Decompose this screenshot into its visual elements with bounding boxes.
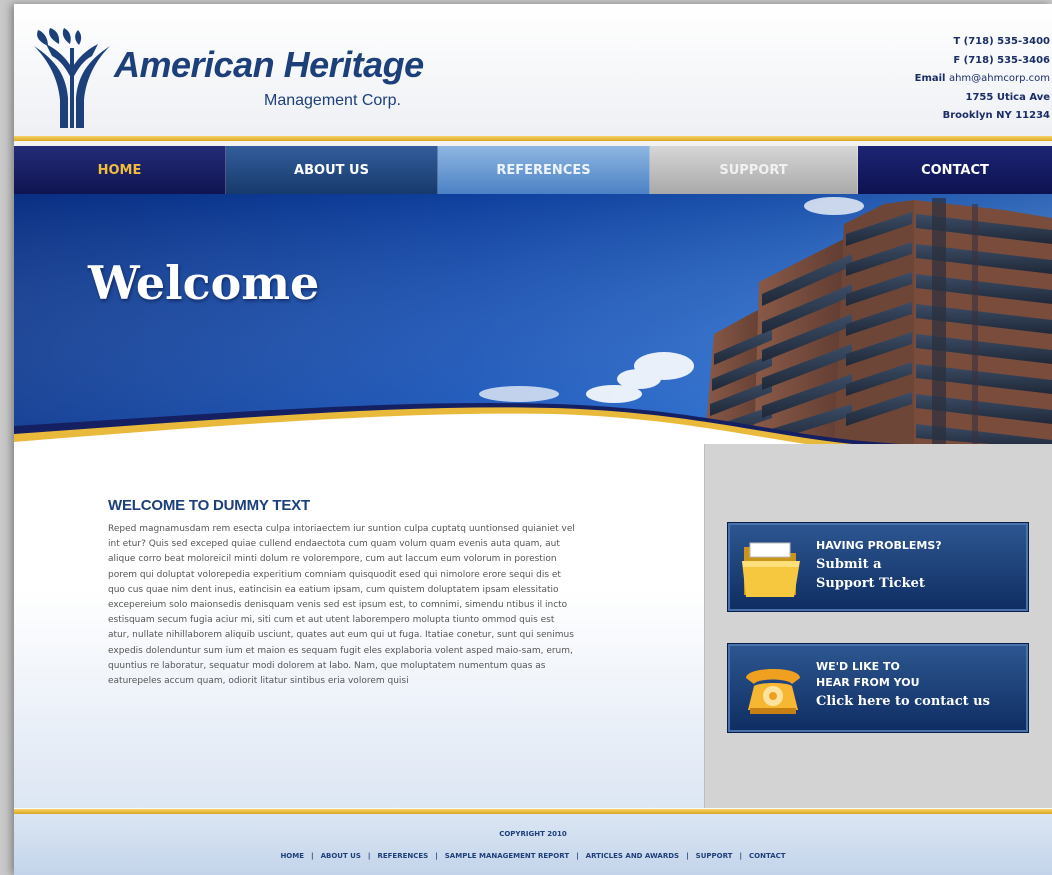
footer-separator: | — [311, 852, 314, 860]
telephone-icon — [746, 669, 800, 714]
logo-icon[interactable] — [32, 28, 116, 130]
footer-link-support[interactable]: SUPPORT — [696, 852, 733, 860]
content-paragraph: Reped magnamusdam rem esecta culpa intor… — [108, 524, 575, 687]
site-footer — [14, 814, 1052, 875]
email-line: Email ahm@ahmcorp.com — [915, 70, 1050, 89]
footer-separator: | — [739, 852, 743, 860]
email-link[interactable]: ahm@ahmcorp.com — [949, 73, 1050, 84]
support-ticket-button[interactable]: HAVING PROBLEMS? Submit a Support Ticket — [727, 522, 1029, 612]
contact-us-button[interactable]: WE'D LIKE TO HEAR FROM YOU Click here to… — [727, 643, 1029, 733]
banner-title: Welcome — [88, 256, 320, 310]
footer-separator: | — [367, 852, 371, 860]
support-promo-line2: Submit a — [816, 557, 882, 572]
city-address: Brooklyn NY 11234 — [942, 110, 1050, 121]
footer-link-home[interactable]: HOME — [280, 852, 304, 860]
brand-name[interactable]: American Heritage — [114, 44, 424, 86]
site-header: American Heritage Management Corp. T (71… — [14, 4, 1052, 136]
footer-link-contact[interactable]: CONTACT — [749, 852, 786, 860]
phone-number: T (718) 535-3400 — [953, 36, 1050, 47]
sidebar-area — [704, 444, 1052, 808]
nav-about[interactable]: ABOUT US — [226, 146, 438, 194]
footer-separator: | — [576, 852, 579, 860]
footer-separator: | — [686, 852, 689, 860]
footer-separator: | — [435, 852, 438, 860]
contact-promo-line1: WE'D LIKE TO — [816, 660, 900, 673]
nav-contact[interactable]: CONTACT — [858, 146, 1052, 194]
content-heading: WELCOME TO DUMMY TEXT — [108, 497, 310, 514]
folder-icon — [742, 542, 800, 597]
copyright-text: COPYRIGHT 2010 — [499, 830, 567, 838]
footer-nav: HOME | ABOUT US | REFERENCES | SAMPLE MANAGEME… — [14, 852, 1052, 860]
nav-support[interactable]: SUPPORT — [650, 146, 858, 194]
support-promo-line3: Support Ticket — [816, 576, 925, 591]
footer-link-references[interactable]: REFERENCES — [377, 852, 428, 860]
email-label: Email — [914, 73, 946, 84]
brand-subtitle: Management Corp. — [264, 92, 401, 109]
nav-home[interactable]: HOME — [14, 146, 226, 194]
footer-link-report[interactable]: SAMPLE MANAGEMENT REPORT — [445, 852, 569, 860]
main-nav: HOME ABOUT US REFERENCES SUPPORT CONTACT — [14, 146, 1052, 194]
page-frame: American Heritage Management Corp. T (71… — [14, 4, 1052, 875]
contact-promo-line2: HEAR FROM YOU — [816, 676, 920, 689]
contact-info: T (718) 535-3400 F (718) 535-3406 Email … — [915, 33, 1050, 126]
footer-link-articles[interactable]: ARTICLES AND AWARDS — [586, 852, 679, 860]
hero-image — [14, 194, 1052, 469]
nav-references[interactable]: REFERENCES — [438, 146, 650, 194]
street-address: 1755 Utica Ave — [965, 91, 1050, 103]
footer-link-about[interactable]: ABOUT US — [321, 852, 361, 860]
fax-number: F (718) 535-3406 — [953, 54, 1050, 66]
hero-banner: Welcome — [14, 194, 1052, 469]
support-promo-line1: HAVING PROBLEMS? — [816, 539, 942, 552]
contact-promo-line3: Click here to contact us — [816, 694, 990, 709]
